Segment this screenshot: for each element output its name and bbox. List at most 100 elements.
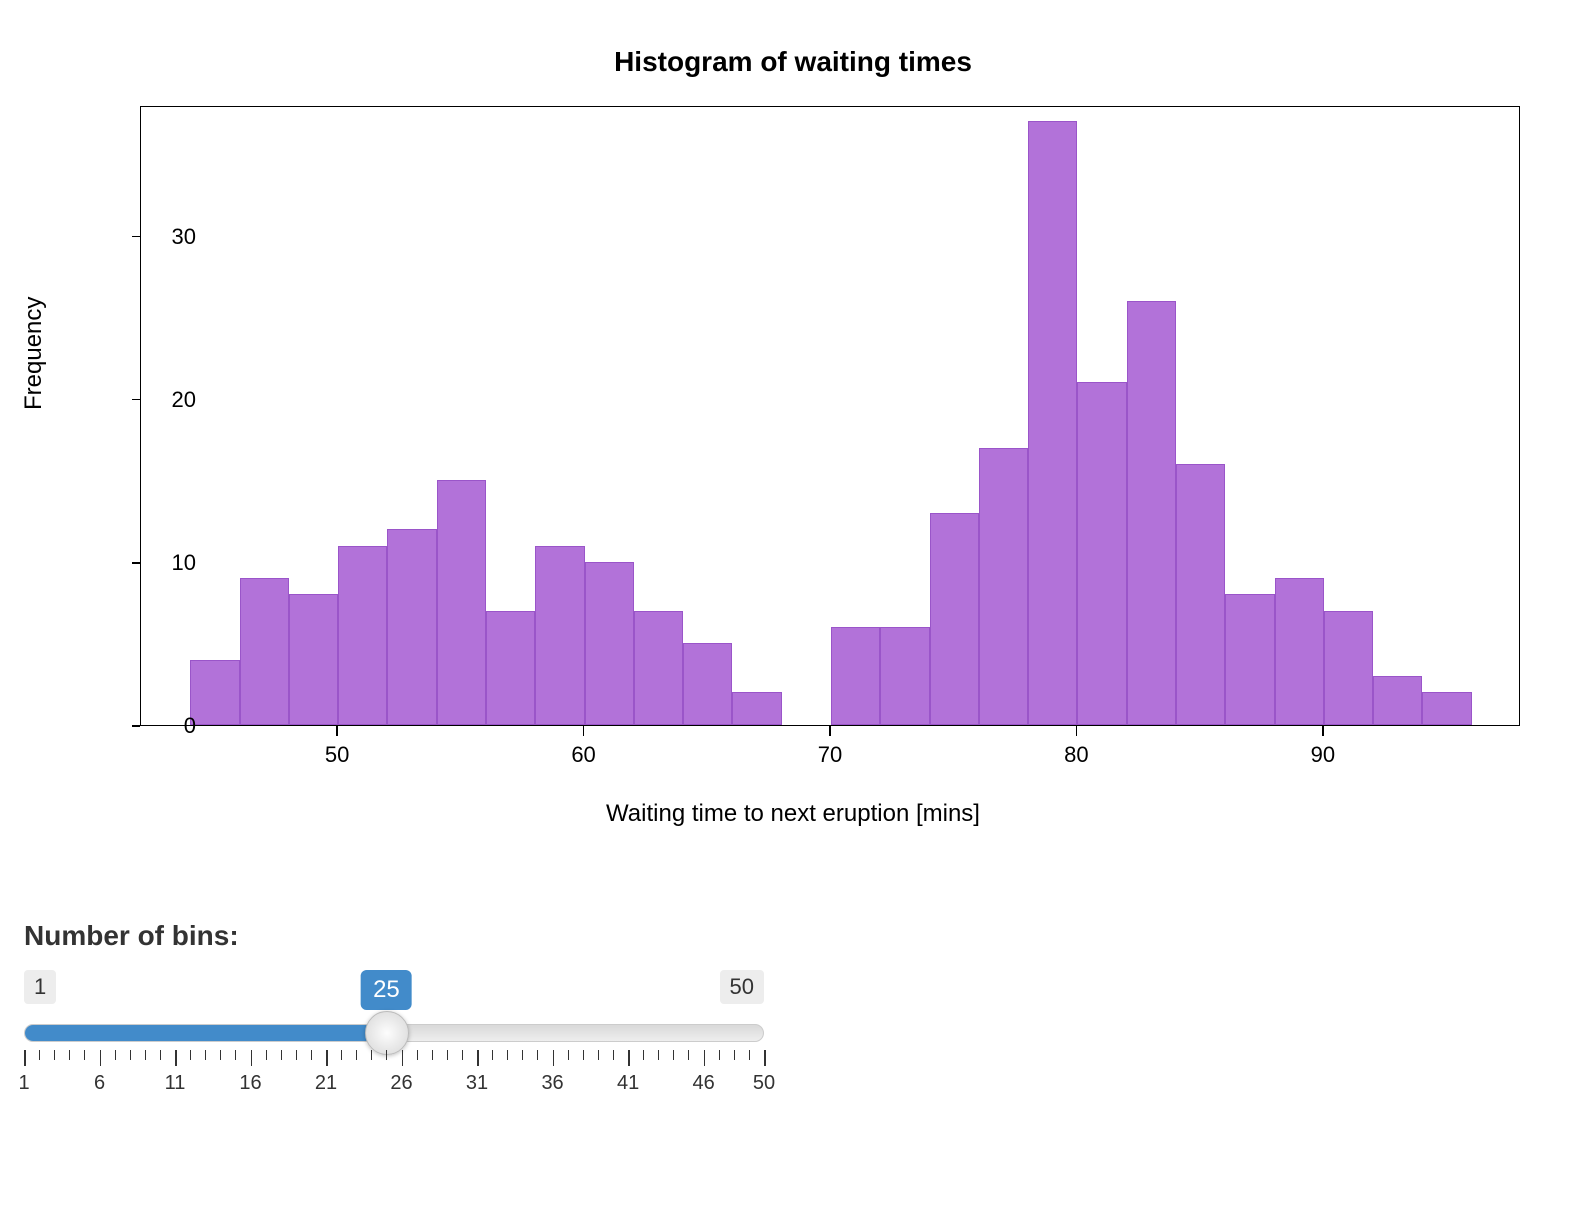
x-axis-label: Waiting time to next eruption [mins]: [0, 800, 1586, 828]
histogram-bar: [634, 611, 683, 725]
slider-fill: [25, 1025, 387, 1041]
slider-tick-minor: [568, 1050, 569, 1060]
slider-tick-major: [477, 1050, 479, 1066]
slider-tick-minor: [311, 1050, 312, 1060]
slider-handle[interactable]: [365, 1011, 409, 1055]
slider-tick-minor: [160, 1050, 161, 1060]
histogram-bar: [1028, 121, 1077, 725]
slider-tick-label: 21: [315, 1072, 337, 1095]
slider-tick-major: [764, 1050, 766, 1066]
histogram-bar: [535, 546, 584, 725]
y-tick-label: 30: [172, 224, 196, 250]
histogram-bar: [732, 692, 781, 725]
slider-tick-minor: [492, 1050, 493, 1060]
histogram-bar: [190, 660, 239, 725]
y-tick-mark: [132, 236, 140, 238]
y-tick-label: 10: [172, 550, 196, 576]
histogram-bar: [1176, 464, 1225, 725]
slider-tick-minor: [447, 1050, 448, 1060]
slider-tick-label: 46: [692, 1072, 714, 1095]
histogram-bar: [1373, 676, 1422, 725]
x-tick-mark: [1076, 726, 1078, 736]
x-tick-mark: [583, 726, 585, 736]
slider-tick-major: [628, 1050, 630, 1066]
x-tick-label: 70: [818, 742, 842, 768]
slider-tick-major: [326, 1050, 328, 1066]
histogram-bar: [1225, 594, 1274, 725]
slider-tick-minor: [266, 1050, 267, 1060]
y-tick-mark: [132, 725, 140, 727]
y-tick-label: 0: [184, 713, 196, 739]
slider-track[interactable]: [24, 1024, 764, 1042]
slider-tick-minor: [235, 1050, 236, 1060]
histogram-bar: [289, 594, 338, 725]
slider-tick-label: 36: [541, 1072, 563, 1095]
x-tick-label: 80: [1064, 742, 1088, 768]
y-tick-mark: [132, 562, 140, 564]
slider-tick-minor: [145, 1050, 146, 1060]
slider-tick-minor: [507, 1050, 508, 1060]
x-tick-mark: [829, 726, 831, 736]
slider-value-bubble: 25: [361, 970, 412, 1010]
slider-tick-minor: [296, 1050, 297, 1060]
slider-tick-minor: [39, 1050, 40, 1060]
slider-tick-minor: [115, 1050, 116, 1060]
slider-tick-major: [251, 1050, 253, 1066]
bins-slider-widget: Number of bins: 1 25 50 1611162126313641…: [24, 920, 764, 1102]
slider-tick-minor: [583, 1050, 584, 1060]
x-tick-label: 60: [571, 742, 595, 768]
histogram-bar: [1422, 692, 1471, 725]
slider-label: Number of bins:: [24, 920, 764, 952]
histogram-bar: [930, 513, 979, 725]
slider-tick-minor: [734, 1050, 735, 1060]
histogram-bar: [486, 611, 535, 725]
slider-tick-label: 1: [18, 1072, 29, 1095]
slider-tick-minor: [84, 1050, 85, 1060]
slider-tick-minor: [643, 1050, 644, 1060]
slider-min-badge: 1: [24, 970, 56, 1004]
histogram-bar: [338, 546, 387, 725]
slider-tick-minor: [386, 1050, 387, 1060]
histogram-panel: Histogram of waiting times Frequency Wai…: [0, 0, 1586, 900]
slider-tick-minor: [719, 1050, 720, 1060]
plot-area: [140, 106, 1520, 726]
slider-tick-minor: [371, 1050, 372, 1060]
histogram-bar: [1127, 301, 1176, 725]
slider-tick-minor: [462, 1050, 463, 1060]
histogram-bar: [683, 643, 732, 725]
chart-title: Histogram of waiting times: [0, 46, 1586, 78]
x-tick-mark: [1322, 726, 1324, 736]
x-tick-mark: [336, 726, 338, 736]
histogram-bar: [387, 529, 436, 725]
slider-tick-minor: [673, 1050, 674, 1060]
slider-tick-minor: [537, 1050, 538, 1060]
slider-tick-minor: [522, 1050, 523, 1060]
slider-ticks: 16111621263136414650: [24, 1050, 764, 1102]
slider-tick-minor: [281, 1050, 282, 1060]
y-tick-label: 20: [172, 387, 196, 413]
slider-tick-minor: [749, 1050, 750, 1060]
slider-tick-label: 6: [94, 1072, 105, 1095]
slider-tick-label: 31: [466, 1072, 488, 1095]
histogram-bar: [1324, 611, 1373, 725]
slider-tick-minor: [356, 1050, 357, 1060]
slider-tick-major: [553, 1050, 555, 1066]
slider-tick-label: 50: [753, 1072, 775, 1095]
x-tick-label: 90: [1311, 742, 1335, 768]
slider-tick-major: [402, 1050, 404, 1066]
y-tick-mark: [132, 399, 140, 401]
slider-tick-minor: [220, 1050, 221, 1060]
y-axis-label: Frequency: [20, 297, 48, 410]
slider-tick-label: 16: [239, 1072, 261, 1095]
slider-max-badge: 50: [720, 970, 764, 1004]
histogram-bar: [1077, 382, 1126, 725]
slider-tick-major: [704, 1050, 706, 1066]
x-tick-label: 50: [325, 742, 349, 768]
slider-tick-minor: [598, 1050, 599, 1060]
histogram-bar: [1275, 578, 1324, 725]
slider-tick-major: [24, 1050, 26, 1066]
slider-tick-minor: [190, 1050, 191, 1060]
slider-tick-label: 11: [165, 1072, 186, 1095]
slider-tick-minor: [417, 1050, 418, 1060]
slider-tick-minor: [130, 1050, 131, 1060]
